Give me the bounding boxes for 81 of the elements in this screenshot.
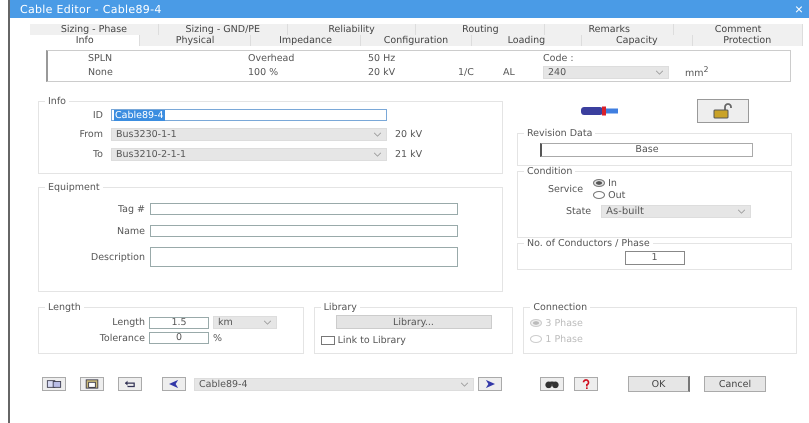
- radio-button[interactable]: In: [593, 177, 626, 189]
- element-dropdown[interactable]: Cable89-4: [194, 378, 474, 390]
- tab[interactable]: Protection: [692, 35, 803, 46]
- code-dropdown[interactable]: 240: [543, 66, 669, 79]
- tab[interactable]: Impedance: [250, 35, 362, 46]
- tab[interactable]: Comment: [674, 24, 803, 35]
- unit-label: mm$^{2}$: [684, 65, 710, 80]
- group-title: Condition: [526, 166, 574, 177]
- revision-field: Base: [540, 143, 753, 157]
- group-title: Equipment: [47, 182, 101, 193]
- ok-button[interactable]: OK: [628, 376, 690, 392]
- field-label: Length: [111, 317, 145, 328]
- summary-text: None: [88, 67, 114, 78]
- tab[interactable]: Physical: [140, 35, 251, 46]
- next-button[interactable]: [478, 377, 502, 391]
- group-title: Length: [47, 302, 82, 313]
- previous-button[interactable]: [162, 377, 186, 391]
- chevron-down-icon: [737, 209, 746, 214]
- field-label: From: [78, 129, 103, 140]
- radio-button[interactable]: Out: [593, 189, 626, 201]
- lock-button[interactable]: [697, 99, 749, 123]
- group-title: Revision Data: [526, 128, 594, 139]
- group-title: Library: [322, 302, 358, 313]
- chevron-down-icon: [460, 382, 469, 386]
- tab[interactable]: Loading: [472, 35, 582, 46]
- copy-button[interactable]: [42, 377, 66, 391]
- summary-text: 20 kV: [368, 67, 396, 78]
- cancel-button[interactable]: Cancel: [704, 376, 766, 392]
- text-field[interactable]: [150, 203, 458, 215]
- length-field[interactable]: 1.5: [149, 316, 209, 328]
- help-button[interactable]: [574, 377, 598, 391]
- tab[interactable]: Reliability: [288, 24, 416, 35]
- field-label: State: [566, 206, 592, 217]
- from-bus-dropdown[interactable]: Bus3230-1-1: [111, 128, 387, 141]
- voltage-text: 21 kV: [395, 149, 422, 160]
- window-title: Cable Editor - Cable89-4: [20, 2, 162, 16]
- tab[interactable]: Routing: [416, 24, 546, 35]
- summary-text: 50 Hz: [368, 52, 396, 64]
- summary-text: 1/C: [458, 67, 475, 78]
- tab[interactable]: Remarks: [545, 24, 674, 35]
- group-title: No. of Conductors / Phase: [526, 238, 651, 249]
- tolerance-field[interactable]: 0: [149, 332, 209, 344]
- code-label: Code :: [543, 52, 575, 64]
- to-bus-dropdown[interactable]: Bus3210-2-1-1: [111, 148, 387, 161]
- field-label: Name: [116, 226, 145, 236]
- tab[interactable]: Sizing - GND/PE: [158, 24, 288, 35]
- summary-text: SPLN: [88, 52, 114, 64]
- lock-icon: [711, 103, 735, 119]
- chevron-down-icon: [373, 152, 382, 157]
- chevron-down-icon: [263, 320, 272, 325]
- text-field[interactable]: [150, 225, 458, 237]
- unit-dropdown[interactable]: km: [213, 316, 277, 329]
- link-checkbox[interactable]: Link to Library: [320, 335, 506, 346]
- field-label: Description: [90, 252, 145, 262]
- group-title: Info: [47, 96, 67, 107]
- field-label: Tag #: [116, 204, 145, 214]
- field-label: Tolerance: [98, 332, 145, 344]
- cable-icon: [579, 105, 621, 117]
- library-button[interactable]: Library...: [336, 315, 492, 329]
- field-label: To: [92, 149, 103, 160]
- id-value: Cable89-4: [114, 110, 165, 120]
- copy-icon: [44, 379, 64, 389]
- paste-button[interactable]: [80, 377, 104, 391]
- group-title: Connection: [532, 302, 588, 313]
- undo-button[interactable]: [118, 377, 142, 391]
- chevron-down-icon: [655, 70, 664, 75]
- voltage-text: 20 kV: [395, 129, 422, 140]
- chevron-down-icon: [373, 132, 382, 137]
- field-label: Service: [548, 184, 584, 194]
- tab[interactable]: Sizing - Phase: [30, 24, 159, 35]
- tab[interactable]: Configuration: [361, 35, 472, 46]
- state-dropdown[interactable]: As-built: [601, 205, 752, 218]
- tab[interactable]: Capacity: [582, 35, 693, 46]
- summary-text: AL: [503, 67, 516, 78]
- summary-text: Overhead: [248, 52, 296, 64]
- field-label: ID: [92, 110, 103, 120]
- unit-label: %: [213, 332, 222, 344]
- summary-text: 100 %: [248, 67, 280, 78]
- text-field[interactable]: [150, 247, 458, 267]
- conductors-field[interactable]: 1: [624, 251, 684, 265]
- find-button[interactable]: [540, 377, 564, 391]
